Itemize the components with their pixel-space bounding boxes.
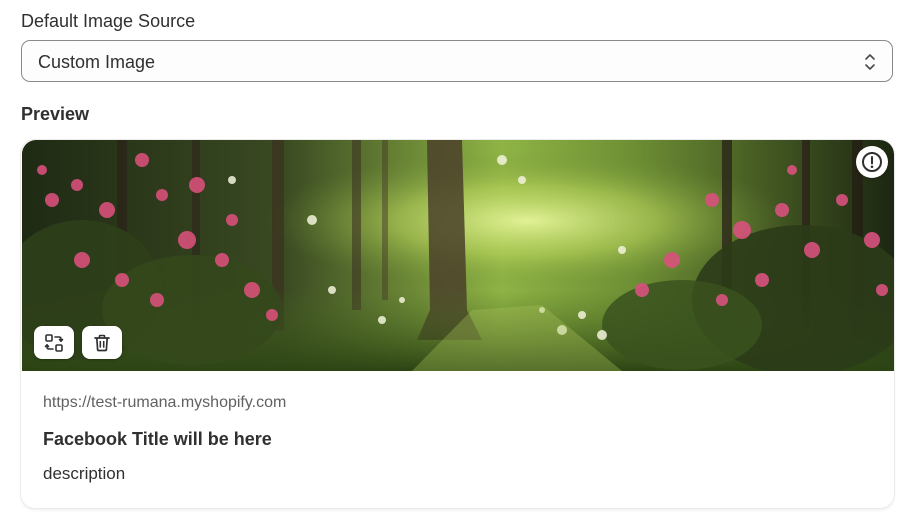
facebook-preview-card: https://test-rumana.myshopify.com Facebo… [21, 140, 894, 508]
preview-image [22, 140, 894, 371]
preview-title: Facebook Title will be here [43, 429, 272, 449]
image-replace-icon [44, 333, 64, 353]
delete-image-button[interactable] [82, 326, 122, 359]
preview-card-body: https://test-rumana.myshopify.com Facebo… [43, 393, 874, 485]
select-value: Custom Image [38, 52, 156, 72]
default-image-source-label: Default Image Source [21, 11, 196, 31]
exclamation-circle-icon [861, 151, 883, 173]
preview-description: description [43, 464, 126, 483]
default-image-source-select[interactable]: Custom Image [21, 40, 893, 82]
trash-icon [92, 333, 112, 353]
replace-image-button[interactable] [34, 326, 74, 359]
chevron-up-down-icon [862, 51, 878, 73]
preview-url: https://test-rumana.myshopify.com [43, 394, 287, 411]
warning-button[interactable] [856, 146, 888, 178]
preview-heading: Preview [21, 104, 90, 124]
